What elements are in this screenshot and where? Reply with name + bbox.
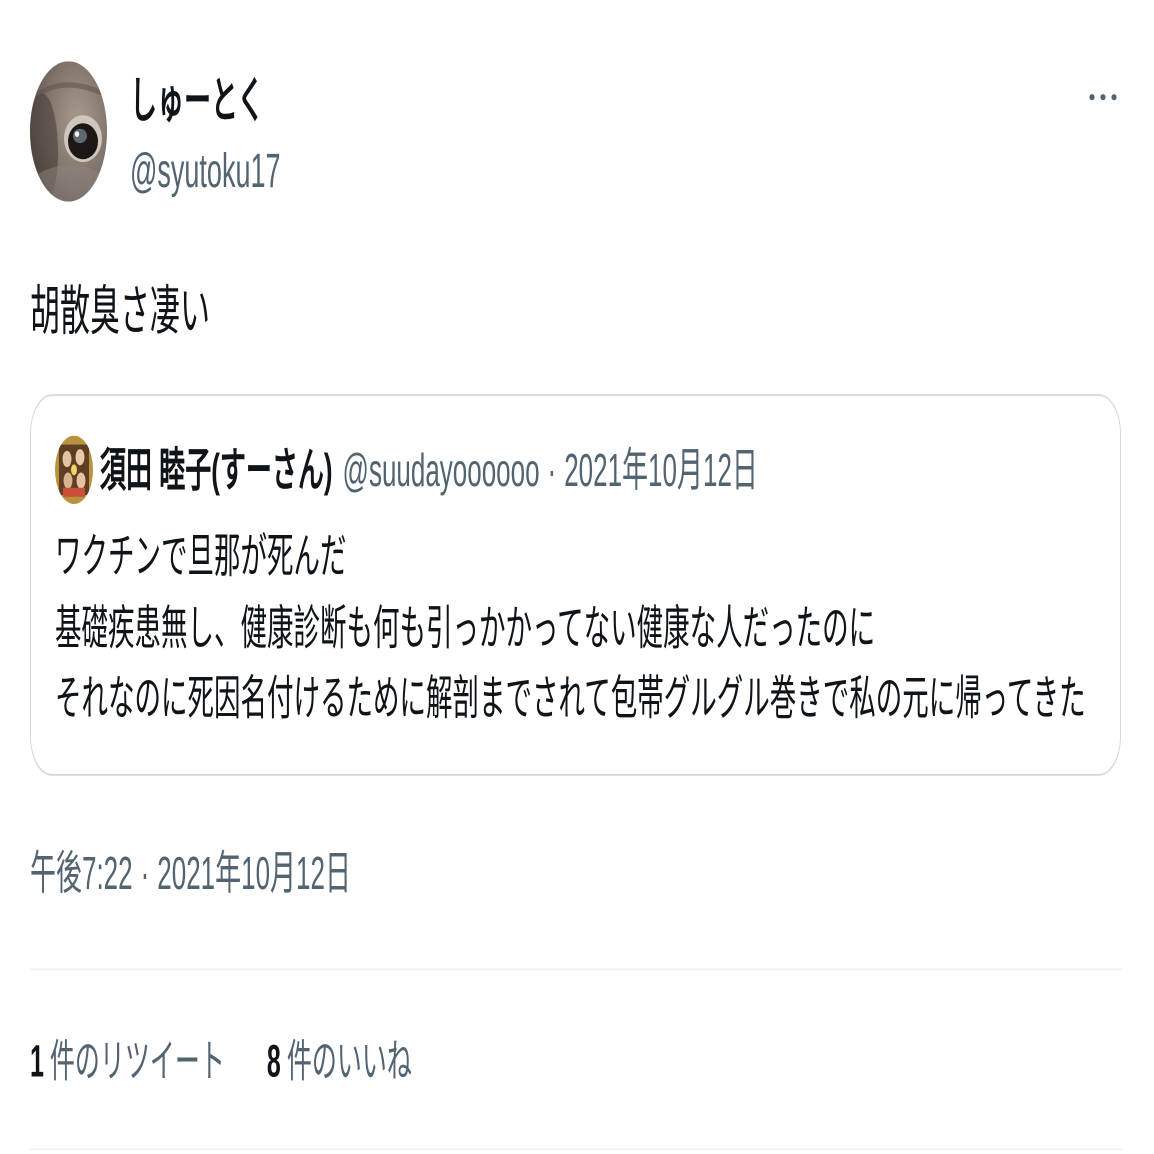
- like-count-link[interactable]: 8 件のいいね: [267, 1035, 412, 1089]
- timestamp-separator: ·: [140, 846, 150, 900]
- quoted-author-handle: @suudayoooooo: [342, 442, 540, 497]
- retweet-count: 1: [30, 1036, 44, 1088]
- quoted-tweet-card[interactable]: 須田 睦子(すーさん) @suudayoooooo · 2021年10月12日 …: [30, 394, 1121, 776]
- quoted-tweet-text: ワクチンで旦那が死んだ 基礎疾患無し、健康診断も何も引っかかってない健康な人だっ…: [55, 522, 1086, 735]
- avatar-photo: [30, 61, 107, 202]
- quoted-tweet-line: それなのに死因名付けるために解剖までされて包帯グルグル巻きで私の元に帰ってきた: [55, 671, 1086, 726]
- quoted-author-display-name: 須田 睦子(すーさん): [100, 442, 333, 497]
- like-count: 8: [266, 1036, 281, 1088]
- quoted-tweet-header: 須田 睦子(すーさん) @suudayoooooo · 2021年10月12日: [55, 435, 758, 504]
- more-horizontal-icon[interactable]: [1086, 83, 1120, 112]
- timestamp-time: 午後7:22: [30, 846, 133, 900]
- avatar[interactable]: [30, 61, 107, 202]
- retweet-count-link[interactable]: 1 件のリツイート: [30, 1035, 225, 1089]
- quoted-author-avatar: [55, 435, 93, 504]
- quoted-tweet-date: 2021年10月12日: [564, 442, 758, 497]
- divider: [30, 1148, 1122, 1151]
- author-handle[interactable]: @syutoku17: [130, 142, 281, 200]
- author-display-name[interactable]: しゅーとく: [130, 72, 264, 130]
- divider: [30, 968, 1122, 971]
- like-label: 件のいいね: [286, 1036, 412, 1088]
- engagement-stats: 1 件のリツイート 8 件のいいね: [30, 1035, 412, 1089]
- quoted-tweet-line: 基礎疾患無し、健康診断も何も引っかかってない健康な人だったのに: [55, 600, 876, 655]
- retweet-label: 件のリツイート: [49, 1036, 225, 1088]
- quoted-header-separator: ·: [547, 442, 557, 497]
- tweet-detail: しゅーとく @syutoku17 胡散臭さ凄い 須田 睦子(すーさん) @suu…: [0, 0, 1154, 1154]
- tweet-timestamp[interactable]: 午後7:22 · 2021年10月12日: [30, 844, 351, 902]
- timestamp-date: 2021年10月12日: [157, 846, 351, 900]
- quoted-tweet-line: ワクチンで旦那が死んだ: [55, 529, 347, 584]
- tweet-text: 胡散臭さ凄い: [30, 282, 210, 342]
